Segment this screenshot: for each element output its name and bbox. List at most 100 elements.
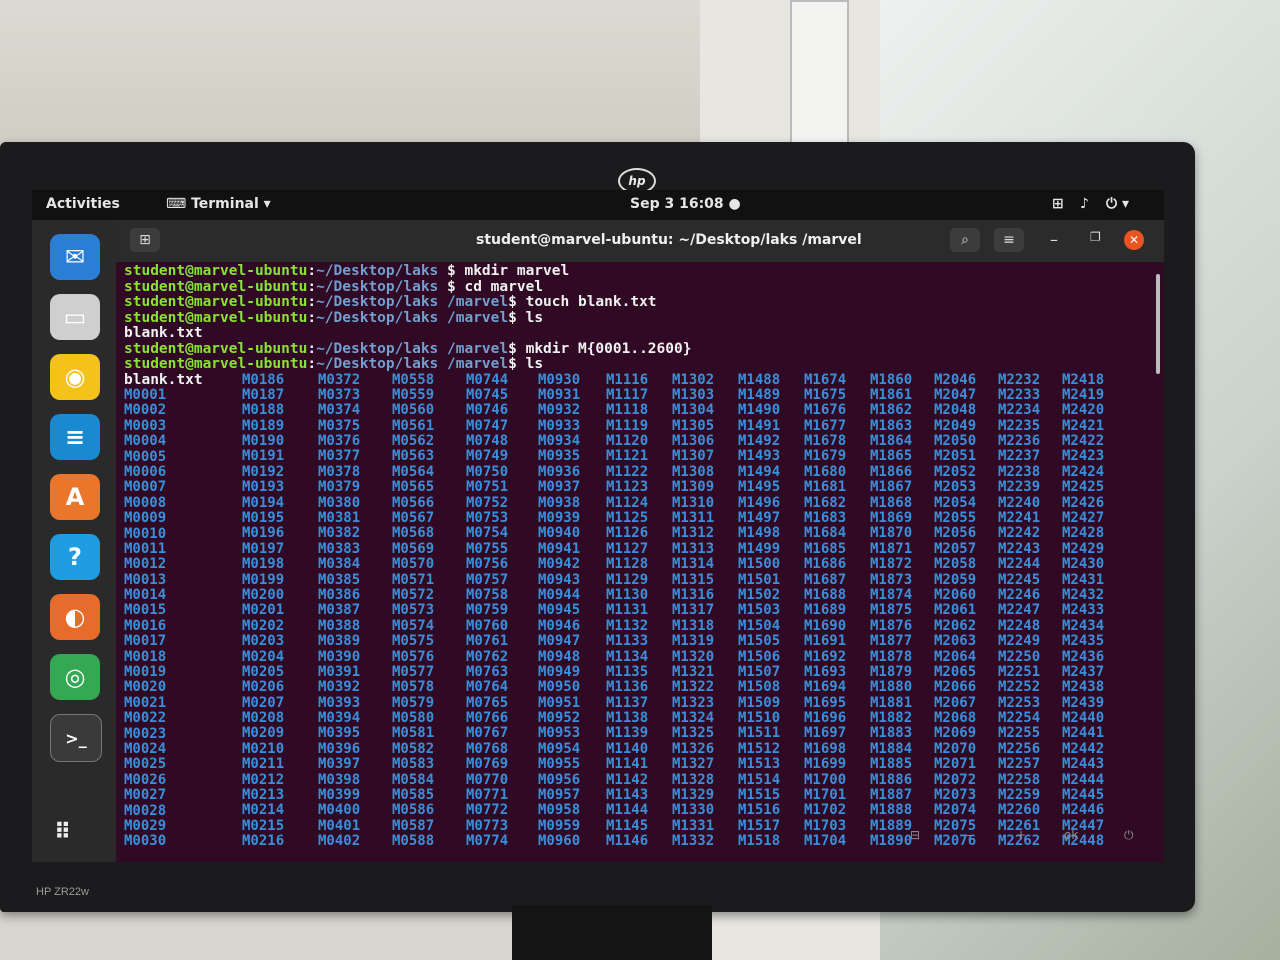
activities-button[interactable]: Activities — [46, 196, 120, 212]
monitor-minus-button[interactable]: – — [966, 828, 972, 842]
ls-dir-entry: M0580 — [392, 710, 435, 727]
monitor-plus-button[interactable]: + — [1016, 828, 1026, 842]
ls-dir-entry: M2436 — [1062, 648, 1105, 665]
hamburger-menu-icon[interactable]: ≡ — [994, 228, 1024, 252]
prompt-path: ~/Desktop/laks /marvel — [316, 340, 509, 357]
ls-dir-entry: M2430 — [1062, 556, 1105, 573]
writer-icon[interactable]: ≡ — [50, 414, 100, 460]
chrome-icon[interactable]: ◎ — [50, 654, 100, 700]
network-icon[interactable]: ⊞ — [1052, 196, 1064, 212]
ls-dir-entry: M2428 — [1062, 525, 1105, 542]
ls-dir-entry: M0751 — [466, 479, 509, 496]
ls-dir-entry: M1872 — [870, 556, 913, 573]
ls-dir-entry: M1678 — [804, 433, 847, 450]
ls-dir-entry: M1876 — [870, 617, 913, 634]
ls-dir-entry: M1492 — [738, 433, 781, 450]
ls-dir-entry: M2073 — [934, 787, 977, 804]
software-icon[interactable]: A — [50, 474, 100, 520]
ls-column: M0186 M0187 M0188 M0189 M0190 M0191 M0192 M0193… — [242, 372, 285, 850]
help-icon[interactable]: ? — [50, 534, 100, 580]
ls-dir-entry: M1684 — [804, 525, 847, 542]
ls-dir-entry: M2066 — [934, 679, 977, 696]
monitor-power-button[interactable]: ⏻ — [1124, 828, 1134, 843]
ls-dir-entry: M0932 — [538, 402, 581, 419]
ls-dir-entry: M2057 — [934, 540, 977, 557]
ls-dir-entry: M1868 — [870, 494, 913, 511]
ls-dir-entry: M0571 — [392, 571, 435, 588]
ls-dir-entry: M0754 — [466, 525, 509, 542]
new-tab-icon[interactable]: ⊞ — [130, 228, 160, 252]
firefox-icon[interactable]: ◐ — [50, 594, 100, 640]
ls-dir-entry: M0029 — [124, 817, 167, 834]
terminal-title: student@marvel-ubuntu: ~/Desktop/laks /m… — [476, 232, 862, 248]
app-menu-terminal[interactable]: ⌨ Terminal ▾ — [166, 196, 271, 212]
ls-dir-entry: M2248 — [998, 617, 1041, 634]
ls-column: M0930 M0931 M0932 M0933 M0934 M0935 M0936 M0937… — [538, 372, 581, 850]
ls-dir-entry: M1699 — [804, 756, 847, 773]
ls-dir-entry: M0937 — [538, 479, 581, 496]
ls-dir-entry: M0587 — [392, 817, 435, 834]
monitor-ok-button[interactable]: ok — [1064, 828, 1078, 842]
ls-dir-entry: M2432 — [1062, 586, 1105, 603]
ls-dir-entry: M2441 — [1062, 725, 1105, 742]
clock[interactable]: Sep 3 16:08 ● — [630, 196, 741, 212]
ls-dir-entry: M0955 — [538, 756, 581, 773]
ls-dir-entry: M0210 — [242, 740, 285, 757]
ls-dir-entry: M0762 — [466, 648, 509, 665]
ls-dir-entry: M0402 — [318, 833, 361, 850]
thunderbird-icon[interactable]: ✉ — [50, 234, 100, 280]
volume-icon[interactable]: ♪ — [1080, 196, 1089, 212]
ls-dir-entry: M0192 — [242, 463, 285, 480]
ls-dir-entry: M1495 — [738, 479, 781, 496]
ls-dir-entry: M1681 — [804, 479, 847, 496]
scrollbar[interactable] — [1156, 274, 1160, 374]
ls-dir-entry: M0750 — [466, 463, 509, 480]
ls-dir-entry: M1686 — [804, 556, 847, 573]
maximize-icon[interactable]: ❐ — [1090, 230, 1101, 244]
power-icon[interactable]: ⏻ ▾ — [1106, 196, 1129, 212]
minimize-icon[interactable]: – — [1050, 230, 1058, 249]
search-icon[interactable]: ⌕ — [950, 228, 980, 252]
ls-dir-entry: M1500 — [738, 556, 781, 573]
ls-dir-entry: M0022 — [124, 710, 167, 727]
ls-dir-entry: M2253 — [998, 694, 1041, 711]
ls-dir-entry: M0772 — [466, 802, 509, 819]
ls-dir-entry: M0374 — [318, 402, 361, 419]
ls-dir-entry: M1514 — [738, 771, 781, 788]
ls-dir-entry: M0214 — [242, 802, 285, 819]
command-text: $ ls — [508, 309, 544, 326]
rhythmbox-icon[interactable]: ◉ — [50, 354, 100, 400]
ls-dir-entry: M0194 — [242, 494, 285, 511]
chevron-down-icon: ▾ — [258, 196, 271, 212]
ls-dir-entry: M0213 — [242, 787, 285, 804]
ls-dir-entry: M2241 — [998, 510, 1041, 527]
ls-dir-entry: M0204 — [242, 648, 285, 665]
ls-column: M2232 M2233 M2234 M2235 M2236 M2237 M2238 M2239… — [998, 372, 1041, 850]
ls-dir-entry: M2053 — [934, 479, 977, 496]
ls-dir-entry: M2260 — [998, 802, 1041, 819]
close-icon[interactable]: ✕ — [1124, 230, 1144, 250]
show-applications-icon[interactable]: ⠿ — [54, 820, 73, 845]
ls-dir-entry: M1330 — [672, 802, 715, 819]
ls-dir-entry: M0023 — [124, 725, 167, 742]
ls-dir-entry: M0560 — [392, 402, 435, 419]
ls-dir-entry: M0938 — [538, 494, 581, 511]
ls-dir-entry: M2445 — [1062, 787, 1105, 804]
ls-dir-entry: M0761 — [466, 633, 509, 650]
monitor-input-button[interactable]: ⊟ — [910, 828, 920, 842]
ls-dir-entry: M0569 — [392, 540, 435, 557]
terminal-icon[interactable]: >_ — [50, 714, 102, 762]
ls-dir-entry: M2071 — [934, 756, 977, 773]
ls-dir-entry: M1689 — [804, 602, 847, 619]
terminal-body[interactable]: student@marvel-ubuntu:~/Desktop/laks $ m… — [116, 262, 1164, 862]
files-icon[interactable]: ▭ — [50, 294, 100, 340]
ls-dir-entry: M1874 — [870, 586, 913, 603]
ls-dir-entry: M1674 — [804, 371, 847, 388]
ls-dir-entry: M0746 — [466, 402, 509, 419]
ls-dir-entry: M1506 — [738, 648, 781, 665]
ls-dir-entry: M1676 — [804, 402, 847, 419]
ls-dir-entry: M1329 — [672, 787, 715, 804]
ls-dir-entry: M0570 — [392, 556, 435, 573]
ls-dir-entry: M1331 — [672, 817, 715, 834]
ls-dir-entry: M0767 — [466, 725, 509, 742]
